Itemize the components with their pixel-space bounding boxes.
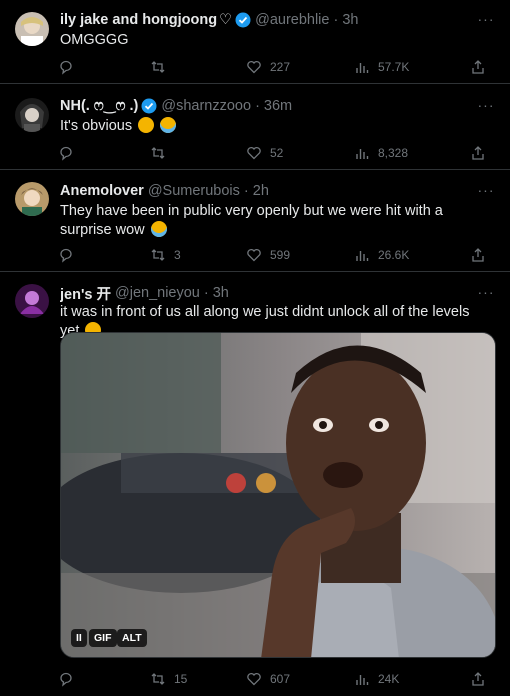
- reply-button[interactable]: [58, 58, 82, 76]
- tweet-header: ily jake and hongjoong ♡ @aurebhlie · 3h: [60, 10, 470, 30]
- tweet-actions: 3 599 26.6K: [58, 246, 492, 264]
- heart-icon: [247, 60, 261, 74]
- share-icon: [472, 60, 484, 74]
- avatar[interactable]: [15, 98, 49, 132]
- tweet-text: It's obvious: [60, 117, 492, 136]
- retweet-icon: [151, 673, 165, 685]
- views-button[interactable]: 57.7K: [354, 58, 409, 76]
- alt-badge[interactable]: ALT: [117, 629, 147, 647]
- share-icon: [472, 146, 484, 160]
- pause-button[interactable]: II: [71, 629, 87, 647]
- share-button[interactable]: [470, 144, 494, 162]
- share-button[interactable]: [470, 670, 494, 688]
- reply-button[interactable]: [58, 144, 82, 162]
- more-icon[interactable]: ···: [476, 183, 496, 199]
- retweet-icon: [151, 61, 165, 73]
- heart-emoji: ♡: [219, 12, 233, 28]
- reply-icon: [60, 60, 72, 75]
- weary-face-emoji: [138, 117, 155, 133]
- share-icon: [472, 248, 484, 262]
- retweet-icon: [151, 147, 165, 159]
- views-button[interactable]: 26.6K: [354, 246, 409, 264]
- reply-button[interactable]: [58, 670, 82, 688]
- reply-icon: [60, 248, 72, 263]
- tweet-header: jen's 开 @jen_nieyou · 3h: [60, 283, 470, 303]
- more-icon[interactable]: ···: [476, 98, 496, 114]
- retweet-button[interactable]: [150, 144, 174, 162]
- views-chart-icon: [356, 63, 369, 73]
- verified-badge-icon: [141, 98, 157, 114]
- retweet-button[interactable]: 3: [150, 246, 181, 264]
- share-button[interactable]: [470, 58, 494, 76]
- tweet-actions: 227 57.7K: [58, 58, 492, 76]
- display-name[interactable]: NH(. ෆ‿ෆ .): [60, 98, 138, 114]
- tweet-header: NH(. ෆ‿ෆ .) @sharnzzooo · 36m: [60, 96, 470, 116]
- crying-face-emoji: [160, 117, 177, 133]
- like-button[interactable]: 599: [246, 246, 290, 264]
- views-chart-icon: [356, 675, 369, 685]
- display-name[interactable]: ily jake and hongjoong: [60, 12, 217, 28]
- avatar[interactable]: [15, 12, 49, 46]
- tweet-header: Anemolover @Sumerubois · 2h: [60, 181, 470, 201]
- handle-time[interactable]: @Sumerubois · 2h: [148, 183, 269, 199]
- share-button[interactable]: [470, 246, 494, 264]
- heart-icon: [247, 146, 261, 160]
- retweet-button[interactable]: 15: [150, 670, 187, 688]
- handle-time[interactable]: @jen_nieyou · 3h: [115, 285, 229, 301]
- tweet-text: OMGGGG: [60, 32, 129, 48]
- retweet-button[interactable]: [150, 58, 174, 76]
- tweet-actions: 52 8,328: [58, 144, 492, 162]
- display-name[interactable]: Anemolover: [60, 183, 144, 199]
- views-button[interactable]: 8,328: [354, 144, 408, 162]
- verified-badge-icon: [235, 12, 251, 28]
- heart-icon: [247, 672, 261, 686]
- share-icon: [472, 672, 484, 686]
- like-button[interactable]: 607: [246, 670, 290, 688]
- views-chart-icon: [356, 149, 369, 159]
- reply-icon: [60, 672, 72, 687]
- views-button[interactable]: 24K: [354, 670, 399, 688]
- retweet-icon: [151, 249, 165, 261]
- tweet-text: They have been in public very openly but…: [60, 203, 443, 238]
- views-chart-icon: [356, 251, 369, 261]
- gif-media[interactable]: II GIF ALT: [60, 332, 496, 658]
- tweet-3[interactable]: Anemolover @Sumerubois · 2h ··· They hav…: [0, 170, 510, 272]
- avatar[interactable]: [15, 182, 49, 216]
- more-icon[interactable]: ···: [476, 12, 496, 28]
- tweet-1[interactable]: ily jake and hongjoong ♡ @aurebhlie · 3h…: [0, 0, 510, 84]
- handle-time[interactable]: @sharnzzooo · 36m: [161, 98, 292, 114]
- crying-face-emoji: [150, 221, 167, 237]
- more-icon[interactable]: ···: [476, 285, 496, 301]
- gif-badge: GIF: [89, 629, 117, 647]
- like-button[interactable]: 52: [246, 144, 283, 162]
- avatar[interactable]: [15, 284, 49, 318]
- heart-icon: [247, 248, 261, 262]
- tweet-actions: 15 607 24K: [58, 670, 492, 688]
- handle-time[interactable]: @aurebhlie · 3h: [255, 12, 358, 28]
- reply-button[interactable]: [58, 246, 82, 264]
- display-name[interactable]: jen's 开: [60, 283, 111, 303]
- like-button[interactable]: 227: [246, 58, 290, 76]
- reply-icon: [60, 146, 72, 161]
- tweet-2[interactable]: NH(. ෆ‿ෆ .) @sharnzzooo · 36m ··· It's o…: [0, 84, 510, 170]
- gif-frame-image: [61, 333, 495, 657]
